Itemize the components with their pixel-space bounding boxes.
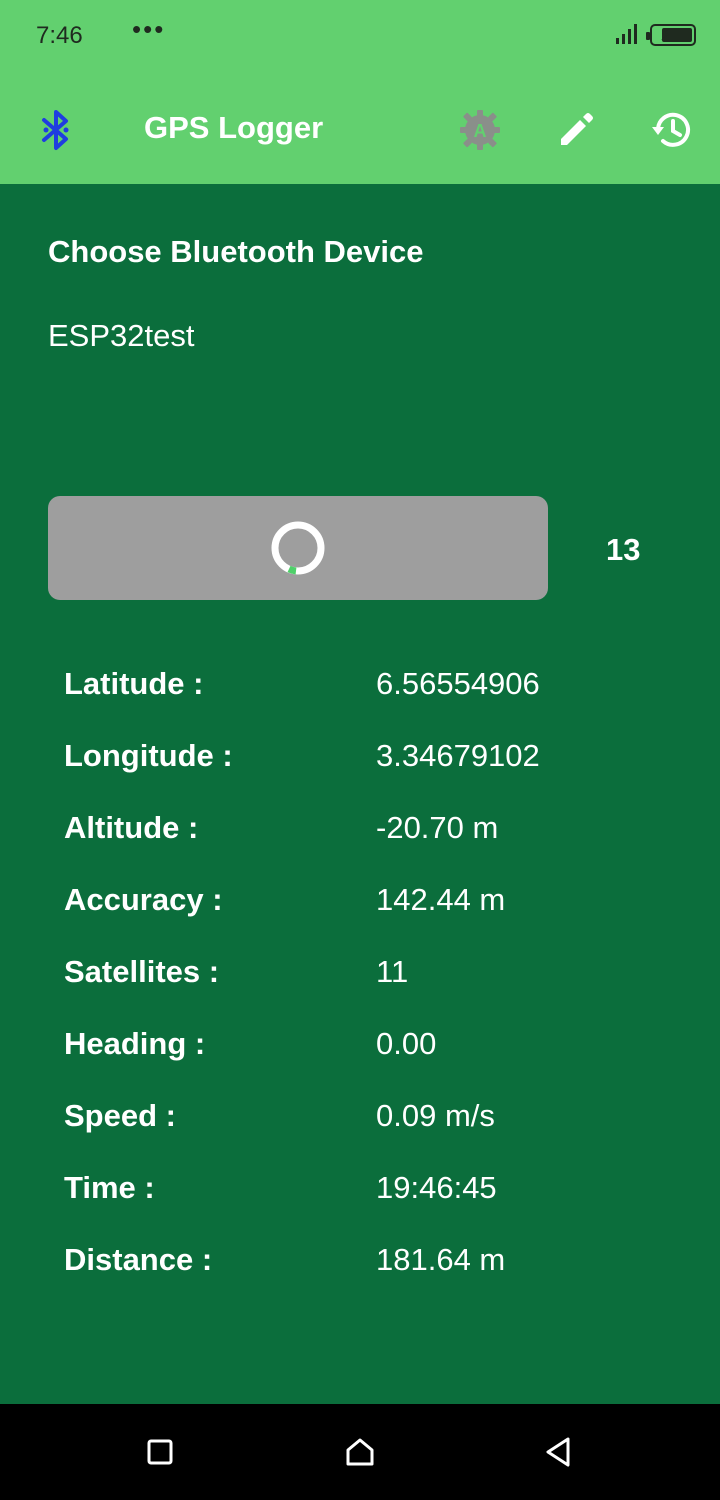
reading-row-heading: Heading : 0.00 [0,1008,720,1080]
reading-row-distance: Distance : 181.64 m [0,1224,720,1296]
connect-button[interactable] [48,496,548,600]
recents-button[interactable] [140,1432,180,1472]
reading-row-accuracy: Accuracy : 142.44 m [0,864,720,936]
loading-spinner-icon [271,521,325,575]
home-button[interactable] [340,1432,380,1472]
history-icon [652,112,690,147]
square-icon [147,1439,173,1465]
reading-row-time: Time : 19:46:45 [0,1152,720,1224]
pencil-icon [561,113,593,145]
reading-value: -20.70 m [376,810,499,845]
signal-icon [616,24,637,44]
reading-value: 6.56554906 [376,666,540,701]
reading-value: 142.44 m [376,882,506,917]
main-content: Choose Bluetooth Device ESP32test 13 Lat… [0,184,720,1404]
reading-label: Accuracy : [64,882,223,917]
reading-row-latitude: Latitude : 6.56554906 [0,648,720,720]
reading-row-altitude: Altitude : -20.70 m [0,792,720,864]
edit-button[interactable] [552,106,600,154]
auto-settings-button[interactable]: A [456,106,504,154]
app-title: GPS Logger [144,110,324,145]
bluetooth-button[interactable] [32,106,80,154]
app-bar: GPS Logger A [0,76,720,184]
bluetooth-device-item[interactable]: ESP32test [48,318,194,354]
back-triangle-icon [546,1437,570,1467]
home-icon [346,1438,374,1466]
status-bar: 7:46 ••• ⚡ [0,0,720,76]
reading-label: Longitude : [64,738,233,773]
reading-row-longitude: Longitude : 3.34679102 [0,720,720,792]
reading-value: 19:46:45 [376,1170,497,1205]
history-button[interactable] [648,106,696,154]
section-title: Choose Bluetooth Device [48,234,424,269]
reading-row-satellites: Satellites : 11 [0,936,720,1008]
reading-label: Altitude : [64,810,199,845]
reading-value: 0.00 [376,1026,437,1061]
battery-charging-icon: ⚡ [646,24,696,46]
reading-label: Speed : [64,1098,176,1133]
status-time: 7:46 [36,22,83,49]
svg-text:A: A [474,121,487,141]
more-dots-icon: ••• [132,14,166,44]
reading-label: Satellites : [64,954,220,989]
system-nav-bar [0,1404,720,1500]
reading-label: Heading : [64,1026,206,1061]
bluetooth-icon [42,110,69,150]
reading-label: Distance : [64,1242,213,1277]
reading-label: Time : [64,1170,155,1205]
reading-value: 0.09 m/s [376,1098,495,1133]
satellite-count: 13 [606,532,641,567]
back-button[interactable] [538,1432,578,1472]
reading-row-speed: Speed : 0.09 m/s [0,1080,720,1152]
auto-settings-icon: A [460,110,500,150]
reading-label: Latitude : [64,666,204,701]
reading-value: 181.64 m [376,1242,506,1277]
reading-value: 3.34679102 [376,738,540,773]
reading-value: 11 [376,954,409,989]
